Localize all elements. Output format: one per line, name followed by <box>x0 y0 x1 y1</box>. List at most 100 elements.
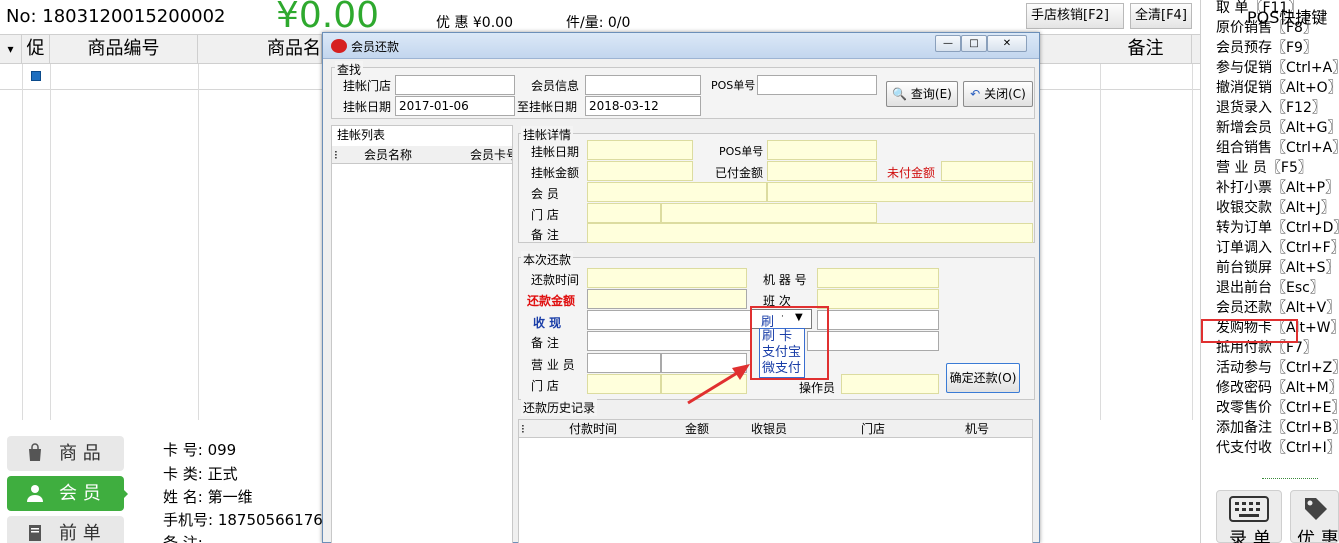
annotation-highlight-box <box>1201 319 1298 343</box>
shortcut-item[interactable]: 撤消促销〖Alt+O〗 <box>1216 78 1339 98</box>
query-button[interactable]: 🔍 查询(E) <box>886 81 958 107</box>
pending-list[interactable]: ⁝ 会员名称 会员卡号 <box>331 125 513 543</box>
shortcut-item[interactable]: 改零售价〖Ctrl+E〗 <box>1216 398 1339 418</box>
col-product-name[interactable]: 商品名 <box>198 35 322 63</box>
shortcut-item[interactable]: 前台锁屏〖Alt+S〗 <box>1216 258 1339 278</box>
row-selector-icon[interactable] <box>31 71 41 81</box>
shortcut-item[interactable]: 修改密码〖Alt+M〗 <box>1216 378 1339 398</box>
confirm-repay-button[interactable]: 确定还款(O) <box>946 363 1020 393</box>
detail-paid-label: 已付金额 <box>715 166 764 180</box>
detail-unpaid-label: 未付金额 <box>887 166 936 180</box>
quantity-display: 件/量: 0/0 <box>566 15 631 31</box>
discount-button[interactable]: 优 惠 <box>1290 490 1339 543</box>
nav-member-button[interactable]: 会 员 <box>7 476 124 511</box>
top-bar: No: 1803120015200002 ¥0.00 优 惠 ¥0.00 件/量… <box>0 0 1200 36</box>
repay-note-input[interactable] <box>587 331 751 351</box>
detail-store-label: 门 店 <box>531 208 559 222</box>
member-info-input[interactable] <box>585 75 701 95</box>
shortcut-item[interactable]: 收银交款〖Alt+J〗 <box>1216 198 1339 218</box>
shortcut-item[interactable]: 订单调入〖Ctrl+F〗 <box>1216 238 1339 258</box>
col-amount[interactable]: 金额 <box>685 420 709 438</box>
col-product-code[interactable]: 商品编号 <box>50 35 198 63</box>
panel-divider <box>1262 478 1318 479</box>
date-from-input[interactable]: 2017-01-06 <box>395 96 515 116</box>
detail-member-field <box>587 182 767 202</box>
nav-goods-button[interactable]: 商 品 <box>7 436 124 471</box>
detail-store-field-2 <box>661 203 877 223</box>
repay-amount-input[interactable] <box>587 289 747 309</box>
close-button[interactable]: ↶ 关闭(C) <box>963 81 1033 107</box>
detail-unpaid-field <box>941 161 1033 181</box>
history-table[interactable]: ⁝ 付款时间 金额 收银员 门店 机号 <box>518 419 1033 543</box>
shortcut-item[interactable]: 转为订单〖Ctrl+D〗 <box>1216 218 1339 238</box>
col-machine[interactable]: 机号 <box>965 420 989 438</box>
app-logo-icon <box>331 39 347 53</box>
col-store[interactable]: 门店 <box>861 420 885 438</box>
annotation-highlight-box <box>750 306 829 380</box>
shortcut-item[interactable]: 退出前台〖Esc〗 <box>1216 278 1339 298</box>
nav-prev-label: 前 单 <box>59 523 101 543</box>
list-menu-icon[interactable]: ⁝ <box>334 146 338 164</box>
shortcut-item[interactable]: 代支付收〖Ctrl+I〗 <box>1216 438 1339 458</box>
tag-icon <box>1305 498 1327 520</box>
detail-paid-field <box>767 161 877 181</box>
discount-label: 优 惠 <box>1297 529 1339 543</box>
repay-time-field <box>587 268 747 288</box>
member-phone: 手机号: 18750566176 <box>163 511 323 529</box>
shortcut-item[interactable]: 补打小票〖Alt+P〗 <box>1216 178 1339 198</box>
member-repay-dialog: 会员还款 — □ ✕ 查找 挂帐门店 会员信息 POS单号 挂帐日期 2017-… <box>322 32 1040 543</box>
operator-field <box>841 374 939 394</box>
repay-note-label: 备 注 <box>531 336 559 350</box>
dialog-titlebar[interactable]: 会员还款 — □ ✕ <box>323 33 1039 59</box>
shortcut-item[interactable]: 活动参与〖Ctrl+Z〗 <box>1216 358 1339 378</box>
store-verify-button[interactable]: 手店核销[F2] <box>1026 3 1124 29</box>
minimize-icon[interactable]: — <box>935 35 961 52</box>
operator-label: 操作员 <box>799 381 836 395</box>
shortcut-item[interactable]: 组合销售〖Ctrl+A〗 <box>1216 138 1339 158</box>
nav-arrow <box>118 484 128 504</box>
shortcut-item[interactable]: 会员还款〖Alt+V〗 <box>1216 298 1339 318</box>
entry-order-button[interactable]: 录 单 <box>1216 490 1282 543</box>
grid-menu-icon[interactable]: ▾ <box>0 35 22 63</box>
date-to-input[interactable]: 2018-03-12 <box>585 96 701 116</box>
col-pay-time[interactable]: 付款时间 <box>569 420 617 438</box>
maximize-icon[interactable]: □ <box>961 35 987 52</box>
shortcut-item[interactable]: 参与促销〖Ctrl+A〗 <box>1216 58 1339 78</box>
col-member-name[interactable]: 会员名称 <box>364 146 412 164</box>
store-input[interactable] <box>395 75 515 95</box>
clerk-input[interactable] <box>587 353 661 373</box>
col-cashier[interactable]: 收银员 <box>751 420 787 438</box>
pending-list-label: 挂帐列表 <box>335 126 388 143</box>
close-icon[interactable]: ✕ <box>987 35 1027 52</box>
shortcut-item[interactable]: 营 业 员〖F5〗 <box>1216 158 1339 178</box>
clear-all-button[interactable]: 全清[F4] <box>1130 3 1192 29</box>
pos-no-input[interactable] <box>757 75 877 95</box>
col-member-card[interactable]: 会员卡号 <box>470 146 512 164</box>
undo-icon: ↶ <box>970 87 981 101</box>
member-note: 备 注: <box>163 534 203 543</box>
detail-group-label: 挂帐详情 <box>521 126 574 143</box>
nav-member-label: 会 员 <box>59 483 101 504</box>
history-menu-icon[interactable]: ⁝ <box>521 420 525 438</box>
shortcut-item[interactable]: 添加备注〖Ctrl+B〗 <box>1216 418 1339 438</box>
col-note[interactable]: 备注 <box>1100 35 1192 63</box>
member-info-label: 会员信息 <box>531 79 580 93</box>
detail-note-label: 备 注 <box>531 228 559 242</box>
grid-divider <box>50 64 51 420</box>
detail-pos-label: POS单号 <box>719 145 764 158</box>
nav-goods-label: 商 品 <box>59 443 101 464</box>
shortcut-item[interactable]: 取 单〖F11〗 <box>1216 0 1339 18</box>
shortcut-item[interactable]: 会员预存〖F9〗 <box>1216 38 1339 58</box>
pay-method-amount-input[interactable] <box>817 310 939 330</box>
shortcut-item[interactable]: 新增会员〖Alt+G〗 <box>1216 118 1339 138</box>
machine-no-field <box>817 268 939 288</box>
annotation-arrow-icon <box>687 364 750 405</box>
store-label: 挂帐门店 <box>343 79 392 93</box>
nav-prev-order-button[interactable]: 前 单 <box>7 516 124 543</box>
search-group-label: 查找 <box>335 61 364 78</box>
cash-input[interactable] <box>587 310 751 330</box>
shortcut-item[interactable]: 原价销售〖F8〗 <box>1216 18 1339 38</box>
shortcut-item[interactable]: 退货录入〖F12〗 <box>1216 98 1339 118</box>
detail-pos-field <box>767 140 877 160</box>
col-promo[interactable]: 促 <box>22 35 50 63</box>
